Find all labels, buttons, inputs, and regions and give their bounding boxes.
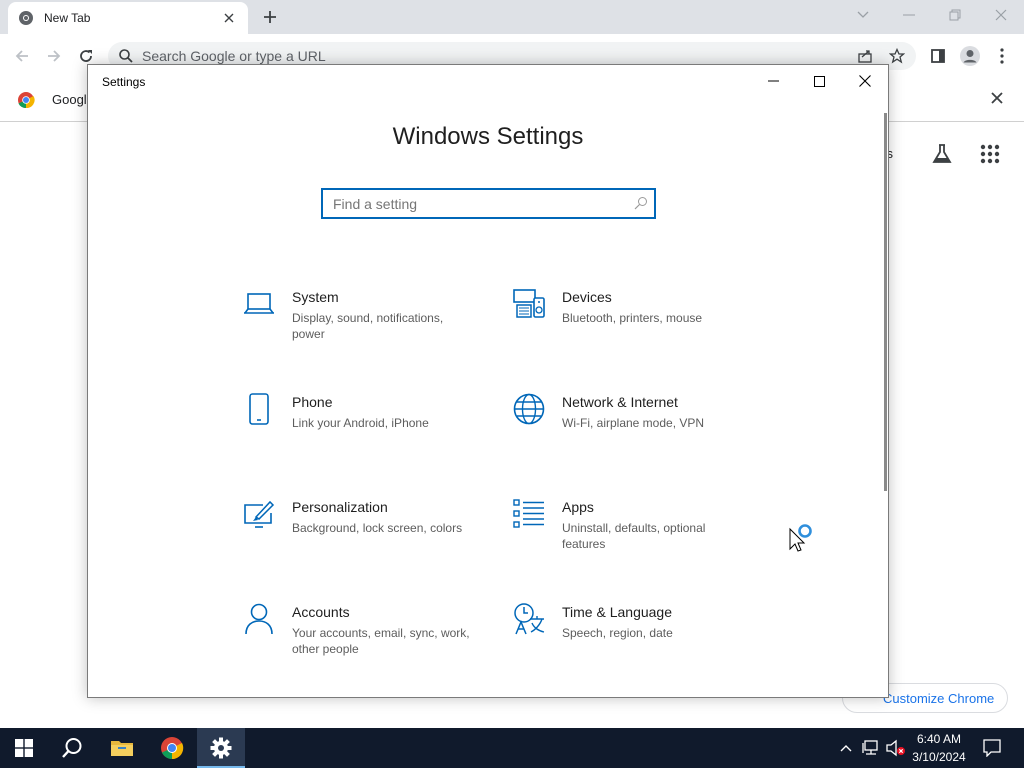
browser-close-icon[interactable] <box>978 0 1024 30</box>
chrome-tab-favicon-icon <box>18 10 34 26</box>
browser-minimize-icon[interactable] <box>886 0 932 30</box>
apps-list-icon <box>512 497 546 531</box>
phone-icon <box>242 392 276 426</box>
tab-search-chevron-icon[interactable] <box>840 0 886 30</box>
tile-name: Accounts <box>292 604 350 620</box>
browser-restore-icon[interactable] <box>932 0 978 30</box>
settings-tile-system[interactable]: System Display, sound, notifications, po… <box>242 287 492 357</box>
tile-description: Link your Android, iPhone <box>292 416 429 430</box>
labs-flask-icon[interactable] <box>928 140 956 168</box>
tile-description: Wi-Fi, airplane mode, VPN <box>562 416 705 430</box>
omnibox-placeholder: Search Google or type a URL <box>142 48 326 64</box>
page-title: Windows Settings <box>392 123 584 150</box>
settings-maximize-icon[interactable] <box>796 65 842 97</box>
settings-window-title: Settings <box>102 75 146 89</box>
clock-time: 6:40 AM <box>916 732 962 746</box>
infobar-close-icon[interactable] <box>990 91 1004 110</box>
settings-tile-accounts[interactable]: Accounts Your accounts, email, sync, wor… <box>242 602 492 672</box>
settings-close-icon[interactable] <box>842 65 888 97</box>
taskbar-clock[interactable]: 6:40 AM 3/10/2024 <box>904 730 974 766</box>
volume-muted-icon[interactable] <box>886 738 906 758</box>
bookmark-star-icon[interactable] <box>888 47 906 65</box>
new-tab-plus-icon[interactable] <box>260 7 280 27</box>
tile-name: System <box>292 289 339 305</box>
settings-window: Settings Windows Settings System Display… <box>87 64 889 698</box>
person-icon <box>242 602 276 636</box>
tile-name: Personalization <box>292 499 388 515</box>
network-icon[interactable] <box>861 738 881 758</box>
find-setting-search <box>321 188 656 219</box>
taskbar: 6:40 AM 3/10/2024 <box>0 728 1024 768</box>
settings-gear-taskbar-icon[interactable] <box>197 728 245 768</box>
settings-tile-apps[interactable]: Apps Uninstall, defaults, optional featu… <box>512 497 762 567</box>
infobar-text: Googl <box>52 92 87 107</box>
action-center-notification-icon[interactable] <box>982 738 1002 758</box>
chrome-tabstrip: New Tab <box>0 0 1024 34</box>
tile-description: Bluetooth, printers, mouse <box>562 311 703 325</box>
close-tab-icon[interactable] <box>220 9 238 27</box>
chrome-taskbar-icon[interactable] <box>148 728 196 768</box>
tile-name: Devices <box>562 289 612 305</box>
paint-icon <box>242 497 276 531</box>
tile-name: Phone <box>292 394 333 410</box>
tab-new-tab[interactable]: New Tab <box>8 2 248 34</box>
tab-title: New Tab <box>44 11 91 25</box>
settings-tile-personalization[interactable]: Personalization Background, lock screen,… <box>242 497 492 567</box>
search-magnifier-icon <box>634 196 648 215</box>
side-panel-icon[interactable] <box>926 44 950 68</box>
show-hidden-icons-chevron-icon[interactable] <box>836 738 856 758</box>
settings-tile-phone[interactable]: Phone Link your Android, iPhone <box>242 392 492 462</box>
profile-avatar-icon[interactable] <box>958 44 982 68</box>
start-windows-icon[interactable] <box>0 728 48 768</box>
tile-name: Network & Internet <box>562 394 678 410</box>
settings-scrollbar[interactable] <box>884 113 887 491</box>
google-chrome-logo-icon <box>17 91 35 114</box>
forward-arrow-icon[interactable] <box>42 44 66 68</box>
file-explorer-folder-icon[interactable] <box>98 728 146 768</box>
chrome-menu-icon[interactable] <box>990 44 1014 68</box>
devices-icon <box>512 287 546 321</box>
tile-description: Uninstall, defaults, optional features <box>562 521 706 551</box>
tile-description: Your accounts, email, sync, work, other … <box>292 626 470 656</box>
globe-icon <box>512 392 546 426</box>
settings-minimize-icon[interactable] <box>750 65 796 97</box>
customize-chrome-label: Customize Chrome <box>883 690 995 706</box>
tile-description: Display, sound, notifications, power <box>292 311 444 341</box>
tile-name: Time & Language <box>562 604 672 620</box>
settings-tile-devices[interactable]: Devices Bluetooth, printers, mouse <box>512 287 762 357</box>
back-arrow-icon[interactable] <box>10 44 34 68</box>
tile-name: Apps <box>562 499 594 515</box>
time-language-icon <box>512 602 546 636</box>
settings-tile-network-internet[interactable]: Network & Internet Wi-Fi, airplane mode,… <box>512 392 762 462</box>
find-setting-input[interactable] <box>323 190 623 217</box>
tile-description: Background, lock screen, colors <box>292 521 463 535</box>
tile-description: Speech, region, date <box>562 626 673 640</box>
busy-cursor-icon <box>789 522 815 557</box>
share-icon[interactable] <box>856 47 874 65</box>
taskbar-search-icon[interactable] <box>48 728 96 768</box>
clock-date: 3/10/2024 <box>912 750 966 764</box>
settings-tile-time-language[interactable]: Time & Language Speech, region, date <box>512 602 762 672</box>
google-apps-grid-icon[interactable] <box>976 140 1004 168</box>
laptop-icon <box>242 287 276 321</box>
